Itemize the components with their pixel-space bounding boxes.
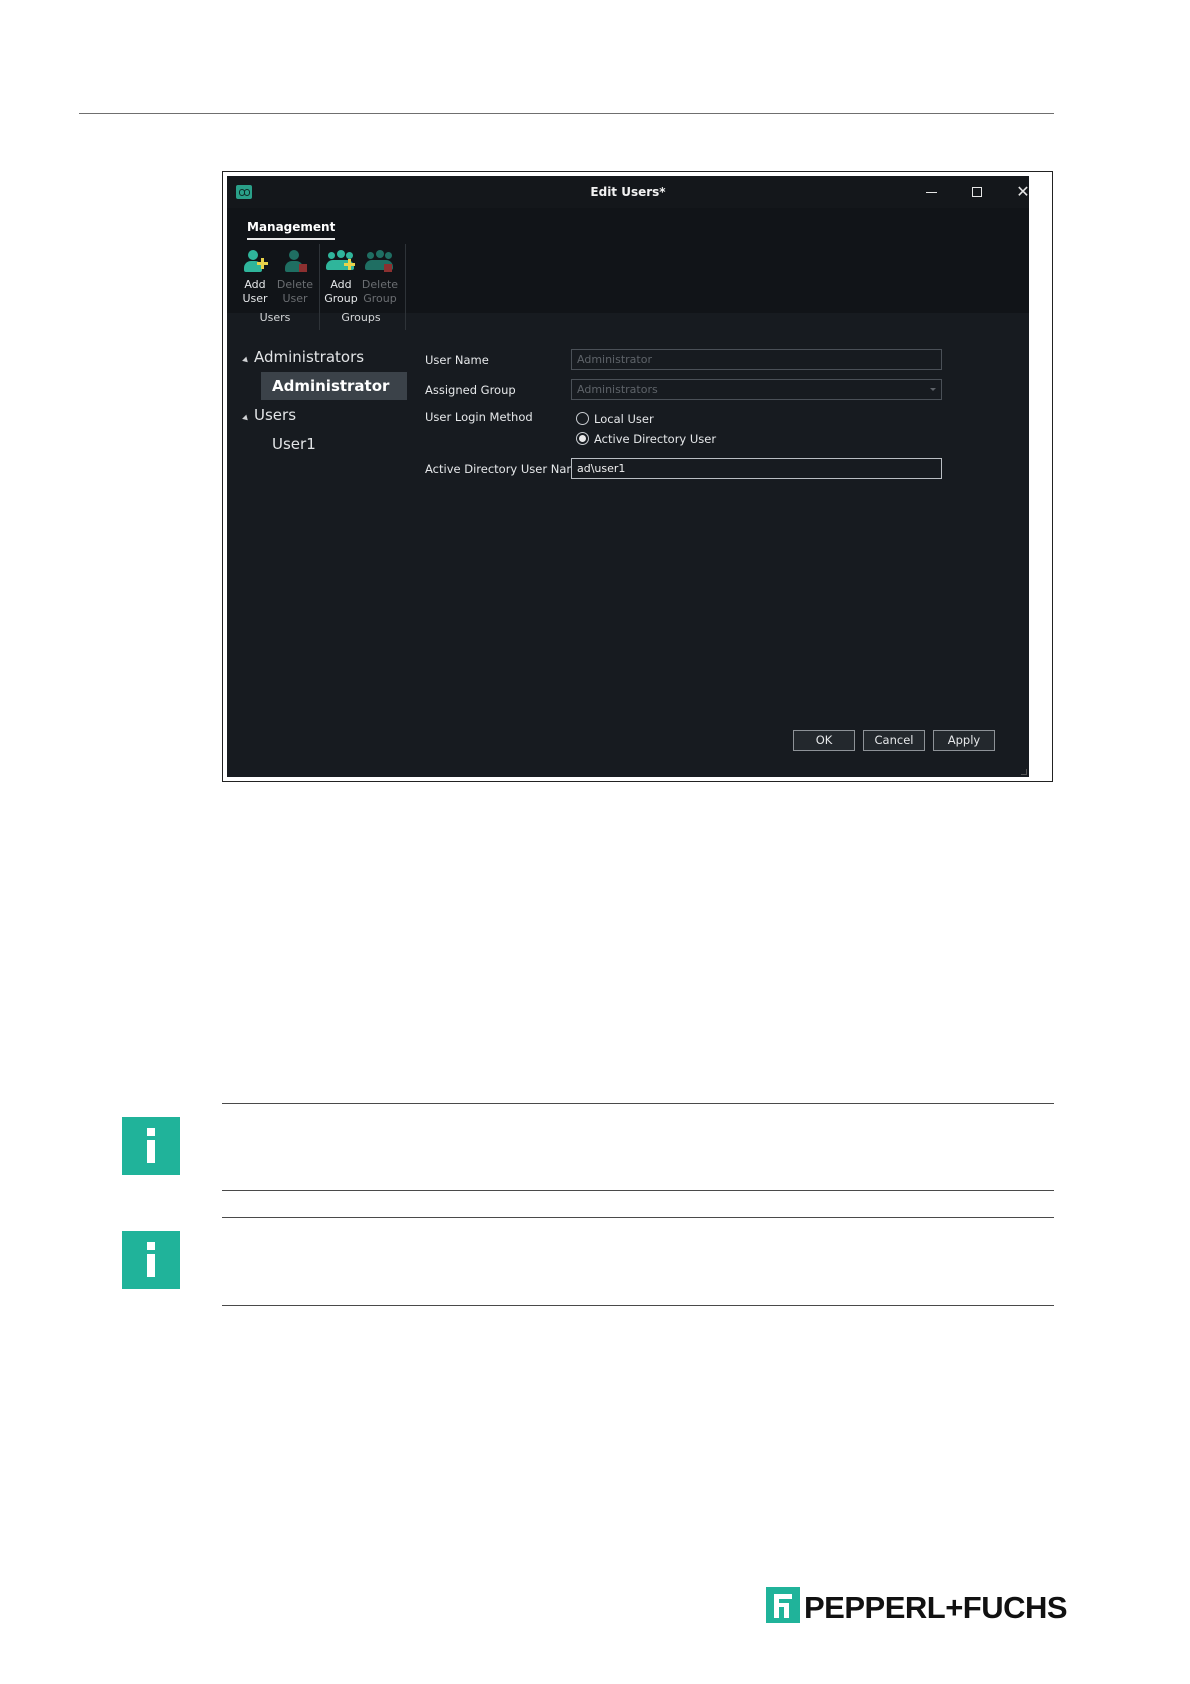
- delete-user-icon: [278, 248, 312, 278]
- minimize-icon: [925, 191, 937, 193]
- delete-group-label-1: Delete: [361, 278, 399, 291]
- minimize-button[interactable]: [913, 181, 949, 203]
- assigned-group-value: Administrators: [577, 383, 658, 396]
- info-icon: [122, 1117, 180, 1175]
- user-name-field[interactable]: Administrator: [571, 349, 942, 370]
- tree-group-administrators[interactable]: Administrators: [254, 348, 364, 366]
- header-rule: [79, 113, 1054, 114]
- window-title: Edit Users*: [590, 185, 666, 199]
- local-user-radio-label[interactable]: Local User: [594, 412, 654, 426]
- delete-user-button[interactable]: Delete User: [275, 248, 315, 306]
- ribbon: Management Add User Delete User Users Ad…: [227, 208, 1029, 330]
- active-directory-user-radio[interactable]: [576, 432, 589, 445]
- tree-group-users[interactable]: Users: [254, 406, 296, 424]
- resize-grip[interactable]: [1021, 769, 1027, 775]
- delete-group-label-2: Group: [363, 292, 397, 305]
- expand-arrow-icon[interactable]: [242, 414, 250, 423]
- screenshot-frame: Edit Users* ✕ Management Add User Delete…: [222, 171, 1053, 782]
- users-group-label: Users: [259, 311, 291, 324]
- assigned-group-label: Assigned Group: [425, 383, 516, 397]
- delete-user-label-2: User: [282, 292, 308, 305]
- add-group-label-2: Group: [324, 292, 358, 305]
- edit-users-window: Edit Users* ✕ Management Add User Delete…: [227, 176, 1030, 777]
- title-bar[interactable]: Edit Users* ✕: [227, 176, 1030, 208]
- ok-button[interactable]: OK: [793, 730, 855, 751]
- ad-user-name-label: Active Directory User Name: [425, 462, 585, 476]
- active-directory-user-radio-label[interactable]: Active Directory User: [594, 432, 716, 446]
- ribbon-separator: [319, 244, 320, 330]
- add-group-label-1: Add: [330, 278, 352, 291]
- note-rule-top: [222, 1103, 1054, 1104]
- note-rule-bottom: [222, 1305, 1054, 1306]
- tree-item-user1[interactable]: User1: [272, 435, 316, 453]
- local-user-radio[interactable]: [576, 412, 589, 425]
- note-rule-bottom: [222, 1190, 1054, 1191]
- apply-button[interactable]: Apply: [933, 730, 995, 751]
- add-group-icon: [324, 248, 358, 278]
- logo-text: PEPPERL+FUCHS: [804, 1590, 1068, 1625]
- chevron-down-icon: [930, 388, 936, 391]
- maximize-icon: [972, 187, 982, 197]
- note-rule-top: [222, 1217, 1054, 1218]
- tree-item-administrator[interactable]: Administrator: [272, 377, 389, 395]
- close-icon: ✕: [1016, 182, 1030, 201]
- delete-group-icon: [363, 248, 397, 278]
- ad-user-name-input[interactable]: ad\user1: [571, 458, 942, 479]
- groups-group-label: Groups: [341, 311, 381, 324]
- add-user-label-1: Add: [244, 278, 266, 291]
- user-name-label: User Name: [425, 353, 489, 367]
- add-group-button[interactable]: Add Group: [321, 248, 361, 306]
- expand-arrow-icon[interactable]: [242, 356, 250, 365]
- logo-mark-icon: [766, 1587, 800, 1623]
- add-user-button[interactable]: Add User: [235, 248, 275, 306]
- delete-user-label-1: Delete: [276, 278, 314, 291]
- close-button[interactable]: ✕: [1005, 181, 1041, 203]
- info-icon: [122, 1231, 180, 1289]
- tab-management[interactable]: Management: [247, 220, 336, 240]
- assigned-group-select[interactable]: Administrators: [571, 379, 942, 400]
- delete-group-button[interactable]: Delete Group: [360, 248, 400, 306]
- add-user-label-2: User: [242, 292, 268, 305]
- ribbon-separator: [405, 244, 406, 330]
- login-method-label: User Login Method: [425, 410, 533, 424]
- cancel-button[interactable]: Cancel: [863, 730, 925, 751]
- add-user-icon: [238, 248, 272, 278]
- maximize-button[interactable]: [959, 181, 995, 203]
